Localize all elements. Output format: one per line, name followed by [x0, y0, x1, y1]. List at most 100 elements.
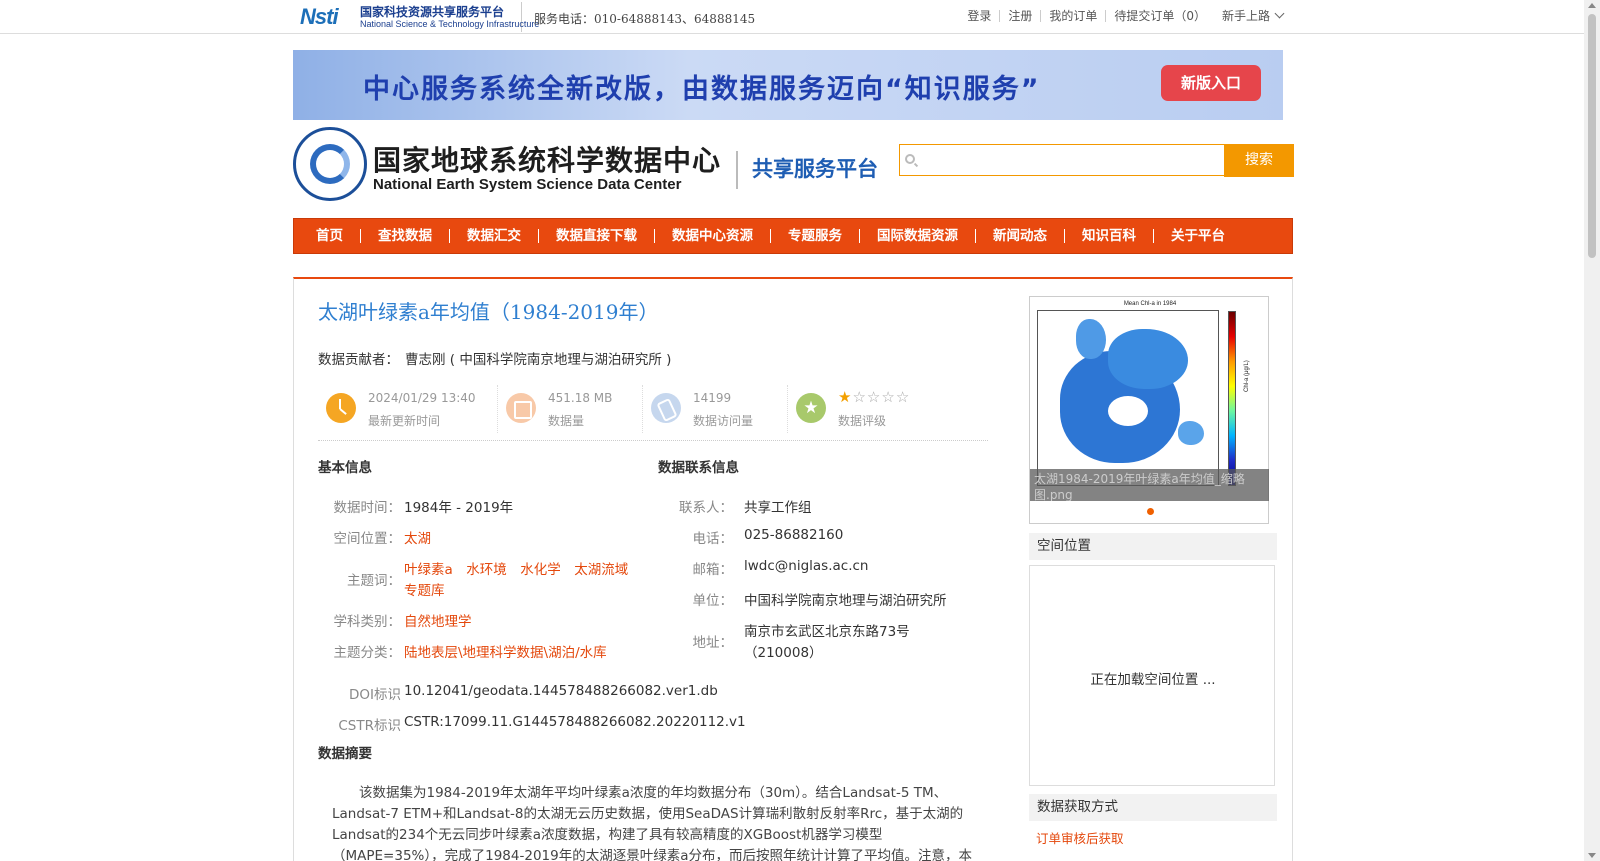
promo-banner[interactable]: 中心服务系统全新改版，由数据服务迈向“知识服务” 新版入口 [293, 50, 1283, 120]
contact-person-value: 共享工作组 [744, 500, 812, 516]
scroll-up-icon[interactable] [1588, 3, 1596, 8]
search-icon [905, 154, 915, 164]
colorbar [1228, 311, 1236, 486]
basic-info-heading: 基本信息 [318, 460, 372, 476]
clock-icon [326, 393, 356, 423]
stat-size-label: 数据量 [548, 414, 585, 428]
nav-data-submit[interactable]: 数据汇交 [449, 229, 538, 243]
nav-knowledge[interactable]: 知识百科 [1064, 229, 1153, 243]
main-nav: 首页 查找数据 数据汇交 数据直接下载 数据中心资源 专题服务 国际数据资源 新… [293, 218, 1293, 254]
contact-person-label: 联系人： [679, 500, 733, 516]
spatial-map-panel[interactable]: 正在加载空间位置 ... [1029, 565, 1275, 786]
contact-email-value[interactable]: lwdc@niglas.ac.cn [744, 558, 868, 574]
info-cstr-value[interactable]: CSTR:17099.11.G144578488266082.20220112.… [404, 714, 746, 730]
preview-image-carousel[interactable]: Mean Chl-a in 1984 Chl-a (μg/L) 太湖1984-2… [1029, 296, 1269, 524]
top-bar: Nsti 国家科技资源共享服务平台 National Science & Tec… [0, 0, 1584, 34]
my-orders-link[interactable]: 我的订单 [1040, 10, 1105, 22]
newbie-guide-label: 新手上路 [1222, 9, 1271, 23]
info-cstr-label: CSTR标识 [338, 718, 401, 734]
top-links: 登录 注册 我的订单 待提交订单（0） [959, 10, 1214, 22]
contact-address-label: 地址： [692, 635, 734, 651]
nsti-logo[interactable]: Nsti 国家科技资源共享服务平台 National Science & Tec… [300, 2, 539, 32]
preview-caption: 太湖1984-2019年叶绿素a年均值_缩略图.png [1030, 469, 1269, 501]
info-category-value[interactable]: 陆地表层\地理科学数据\湖泊/水库 [404, 641, 607, 661]
chevron-down-icon [1274, 8, 1285, 19]
nsti-logo-cn: 国家科技资源共享服务平台 [360, 5, 505, 19]
pending-orders-link[interactable]: 待提交订单（0） [1105, 10, 1214, 22]
keyword-link-topic-library[interactable]: 专题库 [404, 579, 445, 599]
layers-icon [506, 393, 536, 423]
visit-icon [651, 393, 681, 423]
register-link[interactable]: 注册 [999, 10, 1040, 22]
login-link[interactable]: 登录 [959, 10, 999, 22]
rating-stars[interactable]: ★☆☆☆☆ [838, 388, 910, 406]
carousel-dot-active[interactable] [1147, 508, 1154, 515]
info-location-label: 空间位置： [333, 531, 402, 547]
stat-rating-label: 数据评级 [838, 414, 887, 428]
rating-star-icon[interactable]: ☆ [881, 388, 895, 406]
nav-news[interactable]: 新闻动态 [975, 229, 1064, 243]
info-time-label: 数据时间： [333, 500, 402, 516]
info-discipline-label: 学科类别： [333, 614, 402, 630]
stat-visits-label: 数据访问量 [693, 414, 754, 428]
contact-phone-label: 电话： [692, 531, 734, 547]
nav-intl-resources[interactable]: 国际数据资源 [859, 229, 975, 243]
nsti-logo-en: National Science & Technology Infrastruc… [360, 19, 540, 29]
info-category-label: 主题分类： [333, 645, 402, 661]
contact-address-line2: （210008） [744, 645, 823, 661]
search-input[interactable] [899, 144, 1239, 176]
stat-visits-value: 14199 [693, 391, 732, 405]
stat-visits: 14199 数据访问量 [643, 385, 788, 433]
star-badge-icon: ★ [796, 393, 826, 423]
nav-topic-services[interactable]: 专题服务 [770, 229, 859, 243]
site-title-en: National Earth System Science Data Cente… [373, 176, 682, 193]
stat-size-value: 451.18 MB [548, 391, 613, 405]
info-time-value: 1984年 - 2019年 [404, 500, 514, 516]
preview-map-image[interactable] [1037, 310, 1219, 486]
scroll-down-icon[interactable] [1588, 853, 1596, 858]
nav-center-resources[interactable]: 数据中心资源 [654, 229, 770, 243]
scrollbar-thumb[interactable] [1588, 14, 1596, 258]
service-hotline: 服务电话：010-64888143、64888145 [534, 12, 756, 26]
acquire-method-link[interactable]: 订单审核后获取 [1036, 828, 1124, 847]
rating-star-icon[interactable]: ☆ [896, 388, 910, 406]
stat-updated-value: 2024/01/29 13:40 [368, 391, 476, 405]
data-center-emblem-icon [293, 127, 367, 201]
contributor-label: 数据贡献者： [318, 352, 399, 368]
dataset-stats: 2024/01/29 13:40 最新更新时间 451.18 MB 数据量 14… [318, 385, 988, 441]
site-logo[interactable]: 国家地球系统科学数据中心 National Earth System Scien… [293, 127, 893, 203]
info-doi-value[interactable]: 10.12041/geodata.144578488266082.ver1.db [404, 683, 718, 699]
nsti-logo-mark: Nsti [300, 4, 339, 29]
contact-info-heading: 数据联系信息 [658, 460, 739, 476]
stat-updated-label: 最新更新时间 [368, 414, 441, 428]
rating-star-icon[interactable]: ☆ [852, 388, 866, 406]
page-scrollbar[interactable] [1584, 0, 1600, 861]
keyword-links[interactable]: 叶绿素a 水环境 水化学 太湖流域 [404, 558, 628, 578]
rating-star-icon[interactable]: ★ [838, 388, 852, 406]
contact-address-line1: 南京市玄武区北京东路73号 [744, 624, 910, 640]
rating-star-icon[interactable]: ☆ [867, 388, 881, 406]
info-location-value[interactable]: 太湖 [404, 527, 431, 547]
stat-size: 451.18 MB 数据量 [498, 385, 643, 433]
newbie-guide-menu[interactable]: 新手上路 [1222, 7, 1285, 24]
site-title-cn: 国家地球系统科学数据中心 [373, 144, 722, 177]
nav-home[interactable]: 首页 [311, 229, 360, 243]
banner-text: 中心服务系统全新改版，由数据服务迈向“知识服务” [363, 74, 1041, 105]
nav-direct-download[interactable]: 数据直接下载 [538, 229, 654, 243]
contact-unit-label: 单位： [692, 593, 734, 609]
search-button[interactable]: 搜索 [1224, 144, 1294, 177]
nav-find-data[interactable]: 查找数据 [360, 229, 449, 243]
nav-about[interactable]: 关于平台 [1153, 229, 1242, 243]
colorbar-label: Chl-a (μg/L) [1244, 360, 1250, 392]
contributor-value[interactable]: 曹志刚 ( 中国科学院南京地理与湖泊研究所 ) [405, 352, 671, 368]
info-discipline-value[interactable]: 自然地理学 [404, 610, 472, 630]
info-keywords-label: 主题词： [347, 573, 401, 589]
contact-phone-value: 025-86882160 [744, 527, 844, 543]
abstract-body: 该数据集为1984-2019年太湖年平均叶绿素a浓度的年均数据分布（30m）。结… [332, 785, 972, 861]
stat-updated: 2024/01/29 13:40 最新更新时间 [318, 385, 498, 433]
info-doi-label: DOI标识 [348, 687, 401, 703]
logo-divider [736, 151, 738, 189]
new-version-button[interactable]: 新版入口 [1161, 65, 1261, 101]
dataset-title: 太湖叶绿素a年均值（1984-2019年） [318, 300, 659, 324]
contact-unit-value: 中国科学院南京地理与湖泊研究所 [744, 593, 947, 609]
